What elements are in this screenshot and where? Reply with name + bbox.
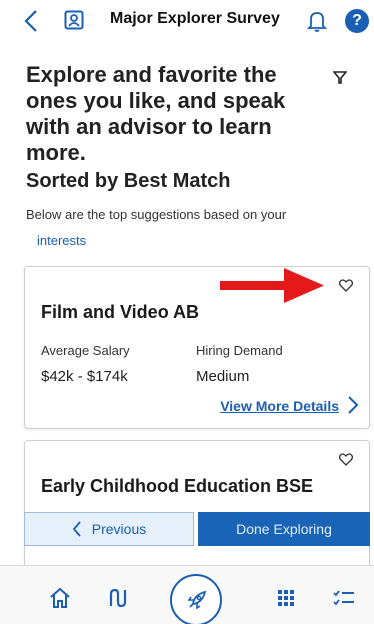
page-title: Major Explorer Survey bbox=[110, 10, 280, 27]
bell-icon[interactable] bbox=[306, 9, 328, 33]
grid-icon[interactable] bbox=[274, 586, 298, 610]
section-title: Sorted by Best Match bbox=[26, 170, 231, 192]
major-name: Film and Video AB bbox=[41, 302, 200, 322]
home-icon[interactable] bbox=[48, 586, 72, 610]
help-icon[interactable]: ? bbox=[345, 9, 369, 33]
interests-link[interactable]: interests bbox=[37, 233, 86, 248]
back-chevron-icon[interactable] bbox=[20, 8, 42, 34]
filter-icon[interactable] bbox=[333, 70, 347, 84]
previous-label: Previous bbox=[91, 521, 147, 537]
done-exploring-button[interactable]: Done Exploring bbox=[198, 512, 370, 546]
chevron-left-icon bbox=[72, 521, 81, 537]
bottom-navigation bbox=[0, 565, 374, 624]
view-more-details-link[interactable]: View More Details bbox=[220, 398, 339, 414]
favorite-heart-icon[interactable] bbox=[339, 279, 353, 292]
chevron-right-icon[interactable] bbox=[345, 394, 361, 416]
checklist-icon[interactable] bbox=[332, 586, 356, 610]
app-header: Major Explorer Survey ? bbox=[0, 0, 374, 42]
contact-card-icon[interactable] bbox=[64, 10, 84, 30]
favorite-heart-icon[interactable] bbox=[339, 453, 353, 466]
previous-button[interactable]: Previous bbox=[24, 512, 194, 546]
annotation-arrow-icon bbox=[220, 268, 324, 303]
explore-rocket-button[interactable] bbox=[170, 574, 222, 624]
major-name: Early Childhood Education BSE bbox=[41, 476, 314, 496]
demand-value: Medium bbox=[196, 368, 250, 385]
route-icon[interactable] bbox=[106, 586, 130, 610]
salary-value: $42k - $174k bbox=[41, 368, 128, 385]
salary-label: Average Salary bbox=[41, 343, 130, 358]
demand-label: Hiring Demand bbox=[196, 343, 283, 358]
section-description: Below are the top suggestions based on y… bbox=[26, 207, 287, 222]
done-label: Done Exploring bbox=[236, 521, 332, 537]
major-card[interactable]: Early Childhood Education BSE bbox=[24, 440, 370, 580]
rocket-icon bbox=[187, 590, 207, 610]
intro-headline: Explore and favorite the ones you like, … bbox=[26, 62, 286, 165]
